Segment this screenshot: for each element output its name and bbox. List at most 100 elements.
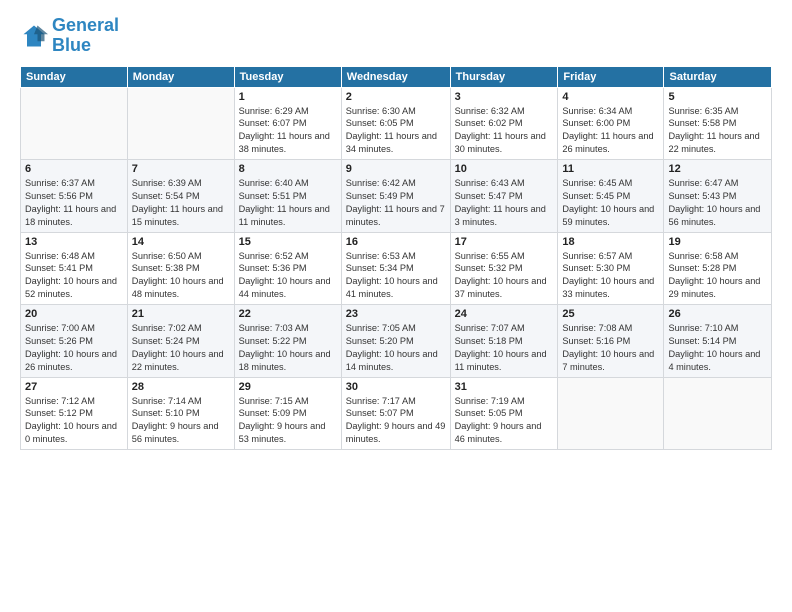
day-info: Sunrise: 7:12 AM Sunset: 5:12 PM Dayligh…: [25, 395, 123, 447]
day-info: Sunrise: 6:45 AM Sunset: 5:45 PM Dayligh…: [562, 177, 659, 229]
calendar-cell: 29Sunrise: 7:15 AM Sunset: 5:09 PM Dayli…: [234, 377, 341, 450]
day-number: 23: [346, 308, 446, 320]
day-info: Sunrise: 6:43 AM Sunset: 5:47 PM Dayligh…: [455, 177, 554, 229]
calendar-cell: 15 Sunrise: 6:52 AM Sunset: 5:36 PM Dayli…: [234, 232, 341, 305]
day-number: 15: [239, 236, 337, 248]
calendar-header-row: SundayMondayTuesdayWednesdayThursdayFrid…: [21, 66, 772, 87]
day-number: 21: [132, 308, 230, 320]
day-number: 12: [668, 163, 767, 175]
day-number: 25: [562, 308, 659, 320]
calendar-week-row: 20 Sunrise: 7:00 AM Sunset: 5:26 PM Dayli…: [21, 305, 772, 378]
day-number: 9: [346, 163, 446, 175]
day-info: Sunrise: 7:00 AM Sunset: 5:26 PM Dayligh…: [25, 322, 123, 374]
logo: General Blue: [20, 16, 119, 56]
day-number: 31: [455, 381, 554, 393]
day-number: 1: [239, 91, 337, 103]
day-info: Sunrise: 6:40 AM Sunset: 5:51 PM Dayligh…: [239, 177, 337, 229]
day-info: Sunrise: 7:14 AM Sunset: 5:10 PM Dayligh…: [132, 395, 230, 447]
weekday-header-tuesday: Tuesday: [234, 66, 341, 87]
day-number: 3: [455, 91, 554, 103]
logo-text: General Blue: [52, 16, 119, 56]
day-info: Sunrise: 6:30 AM Sunset: 6:05 PM Dayligh…: [346, 105, 446, 157]
day-number: 18: [562, 236, 659, 248]
calendar-cell: 26 Sunrise: 7:10 AM Sunset: 5:14 PM Dayli…: [664, 305, 772, 378]
calendar-cell: 7 Sunrise: 6:39 AM Sunset: 5:54 PM Daylig…: [127, 160, 234, 233]
day-info: Sunrise: 6:34 AM Sunset: 6:00 PM Dayligh…: [562, 105, 659, 157]
calendar-cell: 21 Sunrise: 7:02 AM Sunset: 5:24 PM Dayli…: [127, 305, 234, 378]
day-info: Sunrise: 6:50 AM Sunset: 5:38 PM Dayligh…: [132, 250, 230, 302]
day-number: 26: [668, 308, 767, 320]
day-info: Sunrise: 7:05 AM Sunset: 5:20 PM Dayligh…: [346, 322, 446, 374]
calendar-cell: [21, 87, 128, 160]
calendar-cell: 24 Sunrise: 7:07 AM Sunset: 5:18 PM Dayli…: [450, 305, 558, 378]
calendar-cell: [664, 377, 772, 450]
day-info: Sunrise: 7:19 AM Sunset: 5:05 PM Dayligh…: [455, 395, 554, 447]
day-number: 17: [455, 236, 554, 248]
day-info: Sunrise: 6:39 AM Sunset: 5:54 PM Dayligh…: [132, 177, 230, 229]
day-info: Sunrise: 6:42 AM Sunset: 5:49 PM Dayligh…: [346, 177, 446, 229]
day-number: 28: [132, 381, 230, 393]
calendar-cell: 19Sunrise: 6:58 AM Sunset: 5:28 PM Dayli…: [664, 232, 772, 305]
day-info: Sunrise: 7:08 AM Sunset: 5:16 PM Dayligh…: [562, 322, 659, 374]
calendar-week-row: 27Sunrise: 7:12 AM Sunset: 5:12 PM Dayli…: [21, 377, 772, 450]
calendar-cell: 17 Sunrise: 6:55 AM Sunset: 5:32 PM Dayli…: [450, 232, 558, 305]
calendar-cell: 8 Sunrise: 6:40 AM Sunset: 5:51 PM Daylig…: [234, 160, 341, 233]
calendar-cell: 18Sunrise: 6:57 AM Sunset: 5:30 PM Dayli…: [558, 232, 664, 305]
day-number: 8: [239, 163, 337, 175]
calendar-cell: 16Sunrise: 6:53 AM Sunset: 5:34 PM Dayli…: [341, 232, 450, 305]
calendar-cell: 12 Sunrise: 6:47 AM Sunset: 5:43 PM Dayli…: [664, 160, 772, 233]
day-info: Sunrise: 6:55 AM Sunset: 5:32 PM Dayligh…: [455, 250, 554, 302]
day-number: 4: [562, 91, 659, 103]
calendar-cell: 14Sunrise: 6:50 AM Sunset: 5:38 PM Dayli…: [127, 232, 234, 305]
header: General Blue: [20, 16, 772, 56]
calendar-cell: 9 Sunrise: 6:42 AM Sunset: 5:49 PM Daylig…: [341, 160, 450, 233]
calendar-cell: 2 Sunrise: 6:30 AM Sunset: 6:05 PM Daylig…: [341, 87, 450, 160]
day-number: 20: [25, 308, 123, 320]
calendar-cell: 30 Sunrise: 7:17 AM Sunset: 5:07 PM Dayli…: [341, 377, 450, 450]
day-info: Sunrise: 7:15 AM Sunset: 5:09 PM Dayligh…: [239, 395, 337, 447]
day-info: Sunrise: 7:07 AM Sunset: 5:18 PM Dayligh…: [455, 322, 554, 374]
day-info: Sunrise: 7:17 AM Sunset: 5:07 PM Dayligh…: [346, 395, 446, 447]
weekday-header-wednesday: Wednesday: [341, 66, 450, 87]
day-info: Sunrise: 6:52 AM Sunset: 5:36 PM Dayligh…: [239, 250, 337, 302]
calendar-week-row: 6 Sunrise: 6:37 AM Sunset: 5:56 PM Daylig…: [21, 160, 772, 233]
calendar-cell: 10 Sunrise: 6:43 AM Sunset: 5:47 PM Dayli…: [450, 160, 558, 233]
calendar-cell: 22 Sunrise: 7:03 AM Sunset: 5:22 PM Dayli…: [234, 305, 341, 378]
day-number: 11: [562, 163, 659, 175]
day-number: 24: [455, 308, 554, 320]
day-number: 7: [132, 163, 230, 175]
day-number: 13: [25, 236, 123, 248]
calendar-cell: 4 Sunrise: 6:34 AM Sunset: 6:00 PM Daylig…: [558, 87, 664, 160]
day-info: Sunrise: 7:10 AM Sunset: 5:14 PM Dayligh…: [668, 322, 767, 374]
day-info: Sunrise: 7:03 AM Sunset: 5:22 PM Dayligh…: [239, 322, 337, 374]
day-number: 2: [346, 91, 446, 103]
day-number: 22: [239, 308, 337, 320]
day-info: Sunrise: 6:35 AM Sunset: 5:58 PM Dayligh…: [668, 105, 767, 157]
calendar-cell: 13 Sunrise: 6:48 AM Sunset: 5:41 PM Dayli…: [21, 232, 128, 305]
page: General Blue SundayMondayTuesdayWednesda…: [0, 0, 792, 612]
calendar-cell: 23 Sunrise: 7:05 AM Sunset: 5:20 PM Dayli…: [341, 305, 450, 378]
day-number: 6: [25, 163, 123, 175]
day-number: 10: [455, 163, 554, 175]
calendar-cell: 6 Sunrise: 6:37 AM Sunset: 5:56 PM Daylig…: [21, 160, 128, 233]
calendar-cell: 28 Sunrise: 7:14 AM Sunset: 5:10 PM Dayli…: [127, 377, 234, 450]
calendar-cell: 31 Sunrise: 7:19 AM Sunset: 5:05 PM Dayli…: [450, 377, 558, 450]
day-info: Sunrise: 7:02 AM Sunset: 5:24 PM Dayligh…: [132, 322, 230, 374]
calendar-cell: [127, 87, 234, 160]
day-info: Sunrise: 6:29 AM Sunset: 6:07 PM Dayligh…: [239, 105, 337, 157]
logo-icon: [20, 22, 48, 50]
day-number: 30: [346, 381, 446, 393]
day-info: Sunrise: 6:37 AM Sunset: 5:56 PM Dayligh…: [25, 177, 123, 229]
calendar-cell: [558, 377, 664, 450]
weekday-header-sunday: Sunday: [21, 66, 128, 87]
weekday-header-monday: Monday: [127, 66, 234, 87]
day-info: Sunrise: 6:58 AM Sunset: 5:28 PM Dayligh…: [668, 250, 767, 302]
calendar-cell: 11 Sunrise: 6:45 AM Sunset: 5:45 PM Dayli…: [558, 160, 664, 233]
calendar-cell: 3Sunrise: 6:32 AM Sunset: 6:02 PM Daylig…: [450, 87, 558, 160]
calendar-cell: 1 Sunrise: 6:29 AM Sunset: 6:07 PM Daylig…: [234, 87, 341, 160]
day-info: Sunrise: 6:47 AM Sunset: 5:43 PM Dayligh…: [668, 177, 767, 229]
calendar-cell: 20 Sunrise: 7:00 AM Sunset: 5:26 PM Dayli…: [21, 305, 128, 378]
calendar-cell: 25 Sunrise: 7:08 AM Sunset: 5:16 PM Dayli…: [558, 305, 664, 378]
day-info: Sunrise: 6:48 AM Sunset: 5:41 PM Dayligh…: [25, 250, 123, 302]
day-number: 5: [668, 91, 767, 103]
